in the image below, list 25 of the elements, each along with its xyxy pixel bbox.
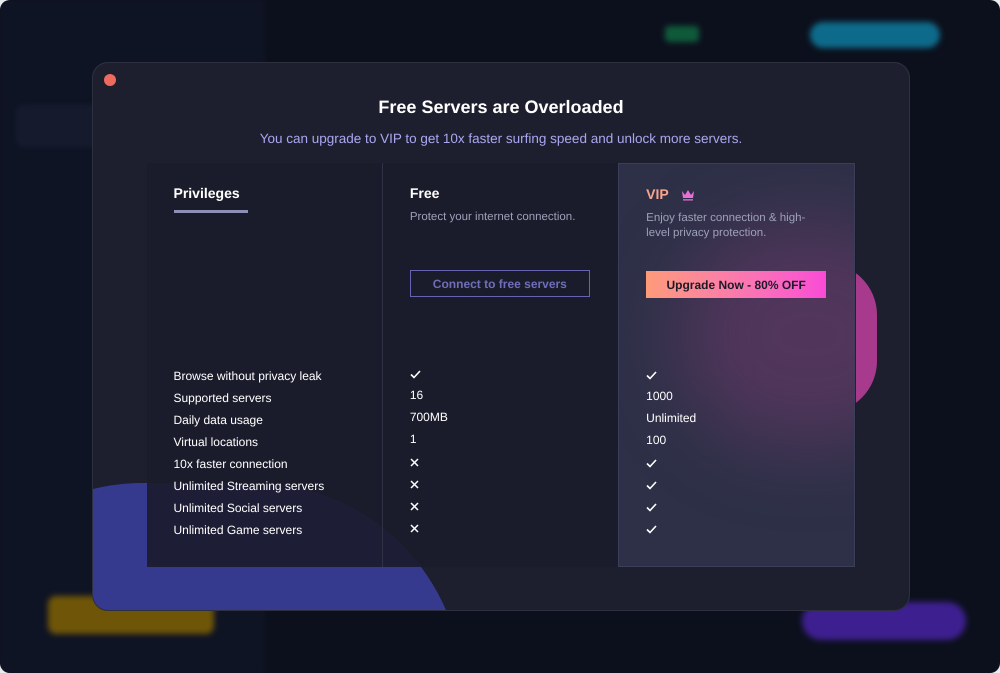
column-tab[interactable]: Privileges	[174, 183, 248, 214]
plan-title: Free	[410, 184, 440, 204]
privilege-label: Unlimited Game servers	[174, 522, 302, 540]
privilege-label: Daily data usage	[174, 412, 263, 430]
privilege-label: Browse without privacy leak	[174, 368, 322, 386]
table-cell-text: 1	[410, 431, 417, 448]
plan-description: Enjoy faster connection & high-level privacy protection.	[646, 211, 806, 242]
dialog-title: Free Servers are Overloaded	[378, 96, 624, 119]
privilege-label: 10x faster connection	[174, 456, 288, 474]
privilege-label: Supported servers	[174, 390, 272, 408]
connect-button[interactable]: Connect to free servers	[410, 270, 590, 298]
plan-description: Protect your internet connection.	[410, 210, 576, 226]
privilege-label: Unlimited Streaming servers	[174, 478, 324, 496]
table-cell-text: 700MB	[410, 409, 448, 426]
table-cell-text: 1000	[646, 388, 673, 406]
plan-title: VIP	[646, 185, 669, 204]
table-cell-text: 16	[410, 387, 424, 404]
privilege-label: Virtual locations	[174, 434, 258, 452]
blurred-badge	[665, 26, 699, 42]
upgrade-button[interactable]: Upgrade Now - 80% OFF	[646, 271, 826, 298]
table-cell-text: Unlimited	[646, 410, 696, 428]
close-button[interactable]	[104, 74, 116, 86]
privilege-label: Unlimited Social servers	[174, 500, 302, 518]
dialog-subtitle: You can upgrade to VIP to get 10x faster surfing speed and unlock more servers.	[260, 130, 742, 148]
table-cell-text: 100	[646, 432, 666, 450]
